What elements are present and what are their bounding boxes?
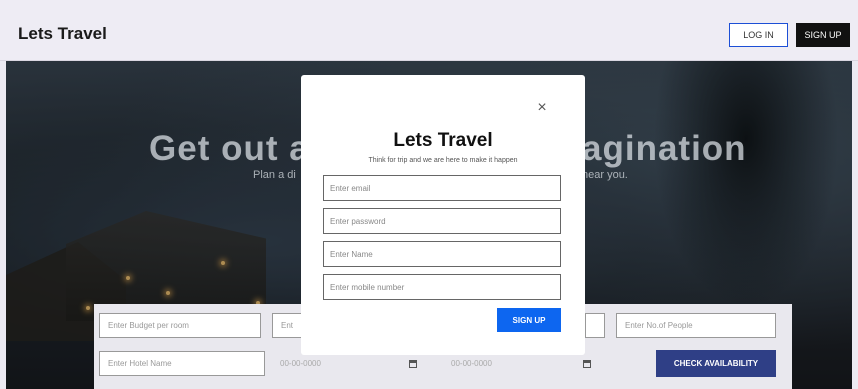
search-input-2[interactable]: Ent [272, 313, 304, 338]
budget-input[interactable]: Enter Budget per room [99, 313, 261, 338]
hero-sub-right: near you. [582, 169, 628, 181]
hero-title-right: agination [582, 129, 747, 168]
people-input[interactable]: Enter No.of People [616, 313, 776, 338]
brand-logo[interactable]: Lets Travel [18, 24, 107, 44]
calendar-icon[interactable] [583, 360, 591, 368]
signup-modal: × Lets Travel Think for trip and we are … [301, 75, 585, 355]
close-icon[interactable]: × [535, 100, 549, 116]
hotel-name-input[interactable]: Enter Hotel Name [99, 351, 265, 376]
check-availability-button[interactable]: CHECK AVAILABILITY [656, 350, 776, 377]
modal-subtitle: Think for trip and we are here to make i… [368, 157, 518, 164]
hero-title-left: Get out a [149, 129, 310, 168]
modal-signup-button[interactable]: SIGN UP [497, 308, 561, 332]
search-input-3[interactable] [585, 313, 605, 338]
login-button[interactable]: LOG IN [729, 23, 788, 47]
email-field[interactable]: Enter email [323, 175, 561, 201]
hero-sub-left: Plan a di [253, 169, 296, 181]
password-field[interactable]: Enter password [323, 208, 561, 234]
mobile-field[interactable]: Enter mobile number [323, 274, 561, 300]
name-field[interactable]: Enter Name [323, 241, 561, 267]
calendar-icon[interactable] [409, 360, 417, 368]
top-navbar: Lets Travel LOG IN SIGN UP [0, 0, 858, 61]
modal-title: Lets Travel [393, 130, 493, 151]
signup-button[interactable]: SIGN UP [796, 23, 850, 47]
